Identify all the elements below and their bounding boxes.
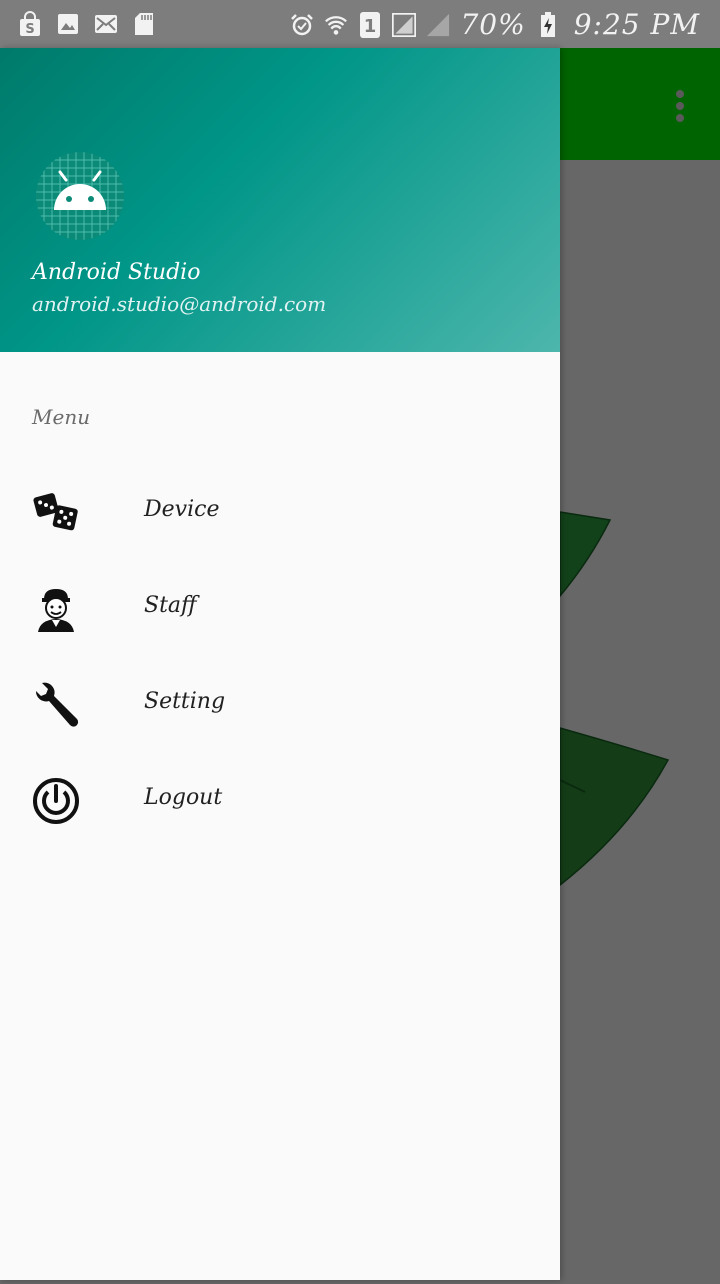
avatar[interactable] xyxy=(36,152,124,240)
overflow-menu-icon[interactable] xyxy=(674,88,686,124)
signal-icon xyxy=(392,11,417,39)
shop-icon: S xyxy=(18,10,42,38)
battery-icon xyxy=(536,11,560,39)
wifi-icon xyxy=(324,11,348,39)
clock: 9:25 PM xyxy=(573,8,700,41)
user-email: android.studio@android.com xyxy=(32,292,327,316)
menu-item-label: Staff xyxy=(144,593,197,618)
staff-icon xyxy=(32,585,80,633)
battery-percent: 70% xyxy=(460,8,526,41)
navigation-drawer: Android Studio android.studio@android.co… xyxy=(0,48,560,1280)
status-bar: S 1 70% 9:25 PM xyxy=(0,0,720,48)
menu-item-label: Logout xyxy=(144,785,223,810)
power-icon xyxy=(32,777,80,825)
image-icon xyxy=(56,10,80,38)
menu-item-label: Setting xyxy=(144,689,226,714)
dice-icon xyxy=(32,489,80,537)
menu-item-device[interactable]: Device xyxy=(0,465,560,561)
sd-card-icon xyxy=(132,10,156,38)
signal-icon xyxy=(426,11,450,39)
sim-icon: 1 xyxy=(358,11,382,39)
svg-text:S: S xyxy=(25,22,34,37)
mail-icon xyxy=(94,10,118,38)
android-icon xyxy=(36,152,124,240)
menu-section-title: Menu xyxy=(32,405,91,429)
alarm-icon xyxy=(290,11,314,39)
drawer-header: Android Studio android.studio@android.co… xyxy=(0,48,560,352)
menu-item-label: Device xyxy=(144,497,220,522)
svg-text:1: 1 xyxy=(364,16,377,37)
user-name: Android Studio xyxy=(32,260,201,285)
menu-item-logout[interactable]: Logout xyxy=(0,753,560,849)
menu-item-setting[interactable]: Setting xyxy=(0,657,560,753)
wrench-icon xyxy=(32,681,80,729)
menu-item-staff[interactable]: Staff xyxy=(0,561,560,657)
